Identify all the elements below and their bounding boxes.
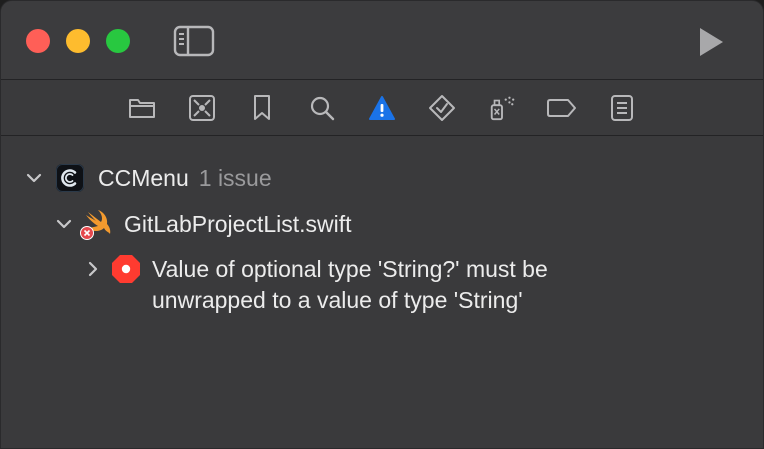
- issue-navigator-tab[interactable]: [368, 94, 396, 122]
- report-icon: [611, 95, 633, 121]
- bookmark-navigator-tab[interactable]: [248, 94, 276, 122]
- error-message-line-1: Value of optional type 'String?' must be: [152, 256, 548, 282]
- breakpoint-navigator-tab[interactable]: [546, 94, 578, 122]
- test-navigator-tab[interactable]: [428, 94, 456, 122]
- close-window-button[interactable]: [26, 29, 50, 53]
- source-control-icon: [189, 95, 215, 121]
- play-icon: [700, 28, 723, 56]
- error-row[interactable]: [85, 254, 141, 284]
- sidebar-icon: [173, 25, 215, 57]
- chevron-down-icon[interactable]: [56, 216, 72, 232]
- source-control-navigator-tab[interactable]: [188, 94, 216, 122]
- search-icon: [310, 96, 335, 121]
- navigator-selector-bar: [1, 80, 763, 135]
- warning-icon: [369, 96, 395, 120]
- issue-count: 1 issue: [198, 164, 272, 191]
- error-message-line-2: unwrapped to a value of type 'String': [152, 287, 523, 313]
- issue-list: CCMenu 1 issue GitLabProjectList.swift V…: [1, 136, 763, 448]
- debug-navigator-tab[interactable]: [488, 94, 516, 122]
- test-icon: [429, 95, 455, 121]
- report-navigator-tab[interactable]: [608, 94, 636, 122]
- project-row[interactable]: CCMenu 1 issue: [26, 164, 272, 192]
- project-name: CCMenu: [98, 164, 189, 191]
- project-navigator-tab[interactable]: [128, 94, 156, 122]
- folder-icon: [129, 99, 155, 118]
- title-bar: [1, 1, 763, 79]
- debug-icon: [490, 96, 515, 121]
- error-badge-icon: [80, 226, 94, 240]
- chevron-down-icon[interactable]: [26, 170, 42, 186]
- swift-file-icon: [80, 208, 114, 240]
- find-navigator-tab[interactable]: [308, 94, 336, 122]
- breakpoint-icon: [547, 99, 576, 117]
- zoom-window-button[interactable]: [106, 29, 130, 53]
- file-name: GitLabProjectList.swift: [124, 210, 352, 237]
- run-button[interactable]: [695, 26, 727, 58]
- chevron-right-icon[interactable]: [85, 261, 101, 277]
- minimize-window-button[interactable]: [66, 29, 90, 53]
- app-icon: [56, 164, 84, 192]
- xcode-window: CCMenu 1 issue GitLabProjectList.swift V…: [0, 0, 764, 449]
- sidebar-toggle-button[interactable]: [173, 25, 215, 57]
- error-icon: [112, 255, 140, 283]
- file-row[interactable]: GitLabProjectList.swift: [56, 208, 352, 240]
- bookmark-icon: [254, 95, 270, 120]
